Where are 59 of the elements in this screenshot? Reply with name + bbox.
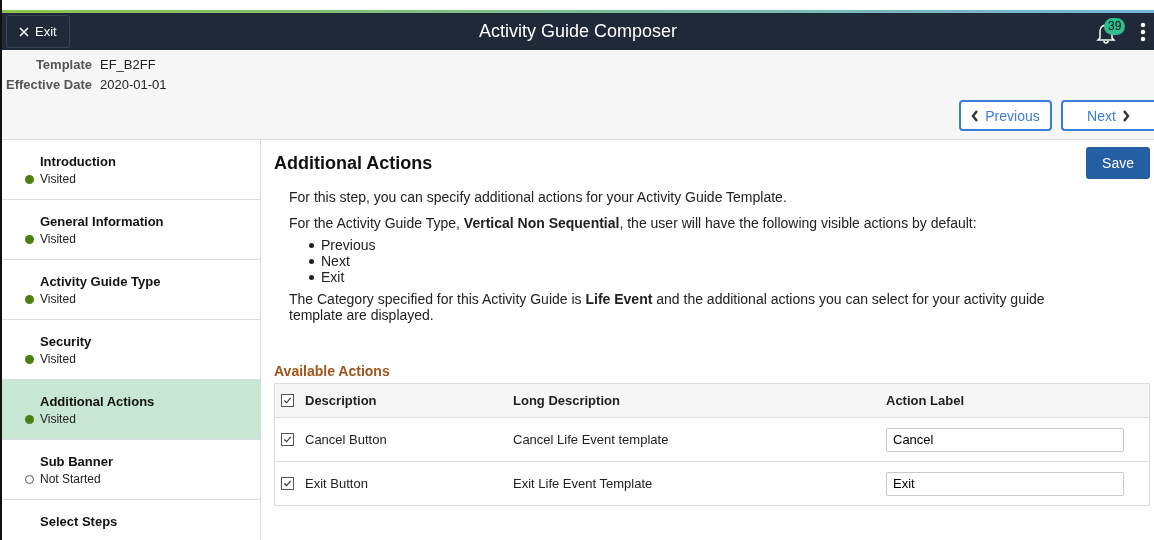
checkbox[interactable] [281, 394, 294, 407]
input-field[interactable]: Exit [886, 471, 1124, 496]
step-item[interactable]: Additional Actions Visited [2, 380, 260, 440]
notification-badge: 39 [1104, 17, 1126, 35]
save-button[interactable]: Save [1086, 147, 1150, 179]
column-header: Action Label [886, 393, 965, 408]
checkbox[interactable] [281, 477, 294, 490]
field-value: EF_B2FF [100, 57, 157, 72]
step-item[interactable]: Select Steps [2, 500, 260, 540]
exit-button[interactable]: Exit [6, 15, 70, 48]
table-cell-text: Cancel Button [305, 432, 388, 447]
step-item[interactable]: Activity Guide Type Visited [2, 260, 260, 320]
input-field[interactable]: Cancel [886, 427, 1124, 452]
step-status: Visited [40, 412, 76, 426]
step-item[interactable]: General Information Visited [2, 200, 260, 260]
table-cell-text: Cancel Life Event template [513, 432, 670, 447]
bullet-icon [309, 258, 314, 264]
step-item[interactable]: Introduction Visited [2, 140, 260, 200]
close-icon [19, 26, 29, 37]
step-status: Not Started [40, 472, 101, 486]
step-title: Select Steps [40, 514, 119, 529]
more-menu-icon[interactable] [1140, 21, 1146, 42]
step-title: General Information [40, 214, 165, 229]
step-title: Introduction [40, 154, 117, 169]
field-label: Template [34, 57, 92, 72]
column-header: Description [305, 393, 378, 408]
field-label: Effective Date [5, 77, 92, 92]
table-cell-text: Exit Life Event Template [513, 476, 654, 491]
table-cell-text: Exit Button [305, 476, 369, 491]
step-status: Visited [40, 352, 76, 366]
checkbox[interactable] [281, 433, 294, 446]
list-item: Exit [321, 269, 345, 285]
step-status: Visited [40, 232, 76, 246]
bullet-icon [309, 242, 314, 248]
column-header: Long Description [513, 393, 621, 408]
chevron-right-icon [1121, 109, 1130, 122]
chevron-left-icon [971, 109, 980, 122]
step-title: Security [40, 334, 93, 349]
step-item[interactable]: Sub Banner Not Started [2, 440, 260, 500]
description-text: For the Activity Guide Type, Vertical Non Sequential, the user will have the following visible actions by default: [289, 215, 978, 231]
checkmark-icon [283, 396, 292, 405]
bullet-icon [309, 274, 314, 280]
intro-text: For this step, you can specify additional actions for your Activity Guide Template. [289, 189, 788, 205]
step-status: Visited [40, 292, 76, 306]
description-text: The Category specified for this Activity Guide is Life Event and the additional actions you can select for your activity guide template are displayed. [289, 291, 1046, 323]
step-title: Sub Banner [40, 454, 114, 469]
section-title: Additional Actions [274, 152, 433, 174]
list-item: Next [321, 253, 350, 269]
step-title: Additional Actions [40, 394, 156, 409]
field-value: 2020-01-01 [100, 77, 167, 92]
checkmark-icon [283, 479, 292, 488]
step-status: Visited [40, 172, 76, 186]
step-title: Activity Guide Type [40, 274, 162, 289]
page-title: Activity Guide Composer [478, 21, 678, 42]
list-item: Previous [321, 237, 376, 253]
grid-title: Available Actions [274, 363, 391, 379]
previous-button[interactable]: Previous [959, 100, 1052, 131]
next-button[interactable]: Next [1061, 100, 1154, 131]
checkmark-icon [283, 435, 292, 444]
